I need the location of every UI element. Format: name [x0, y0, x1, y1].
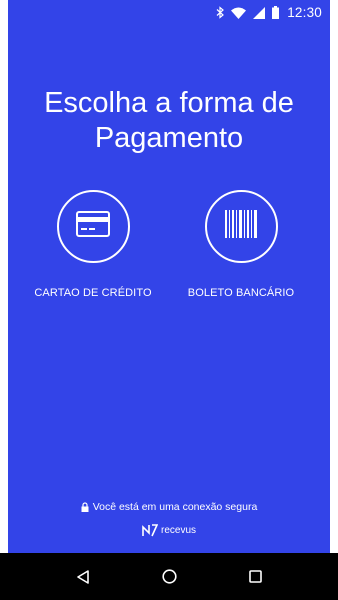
- credit-card-label[interactable]: CARTAO DE CRÉDITO: [18, 287, 168, 299]
- secure-connection-text: Você está em uma conexão segura: [92, 501, 258, 513]
- barcode-icon: [225, 210, 257, 243]
- credit-card-circle[interactable]: [56, 190, 130, 263]
- boleto-label[interactable]: BOLETO BANCÁRIO: [166, 287, 316, 299]
- phone-frame: 12:30 Escolha a forma de Pagamento CARTA…: [0, 0, 338, 600]
- home-icon[interactable]: [149, 557, 189, 597]
- credit-card-icon: [76, 211, 110, 242]
- brand-logo: recevus: [8, 524, 330, 537]
- bluetooth-icon: [216, 6, 225, 19]
- recevus-logo-icon: [142, 524, 158, 537]
- status-time: 12:30: [287, 5, 322, 20]
- signal-icon: [253, 6, 266, 19]
- boleto-circle[interactable]: [204, 190, 278, 263]
- title-line-2: Pagamento: [94, 122, 244, 154]
- wifi-icon: [231, 7, 247, 19]
- secure-connection-notice: Você está em uma conexão segura: [8, 501, 330, 513]
- android-navigation-bar: [0, 553, 338, 600]
- recents-icon[interactable]: [235, 557, 275, 597]
- boleto-option[interactable]: BOLETO BANCÁRIO: [166, 190, 316, 299]
- payment-screen: 12:30 Escolha a forma de Pagamento CARTA…: [8, 0, 330, 553]
- page-title: Escolha a forma de Pagamento: [8, 86, 330, 156]
- title-line-1: Escolha a forma de: [44, 87, 294, 119]
- back-icon[interactable]: [63, 557, 103, 597]
- lock-icon: [81, 502, 89, 512]
- brand-name: recevus: [160, 525, 196, 536]
- status-bar: 12:30: [8, 0, 330, 25]
- credit-card-option[interactable]: CARTAO DE CRÉDITO: [18, 190, 168, 299]
- battery-icon: [272, 6, 280, 19]
